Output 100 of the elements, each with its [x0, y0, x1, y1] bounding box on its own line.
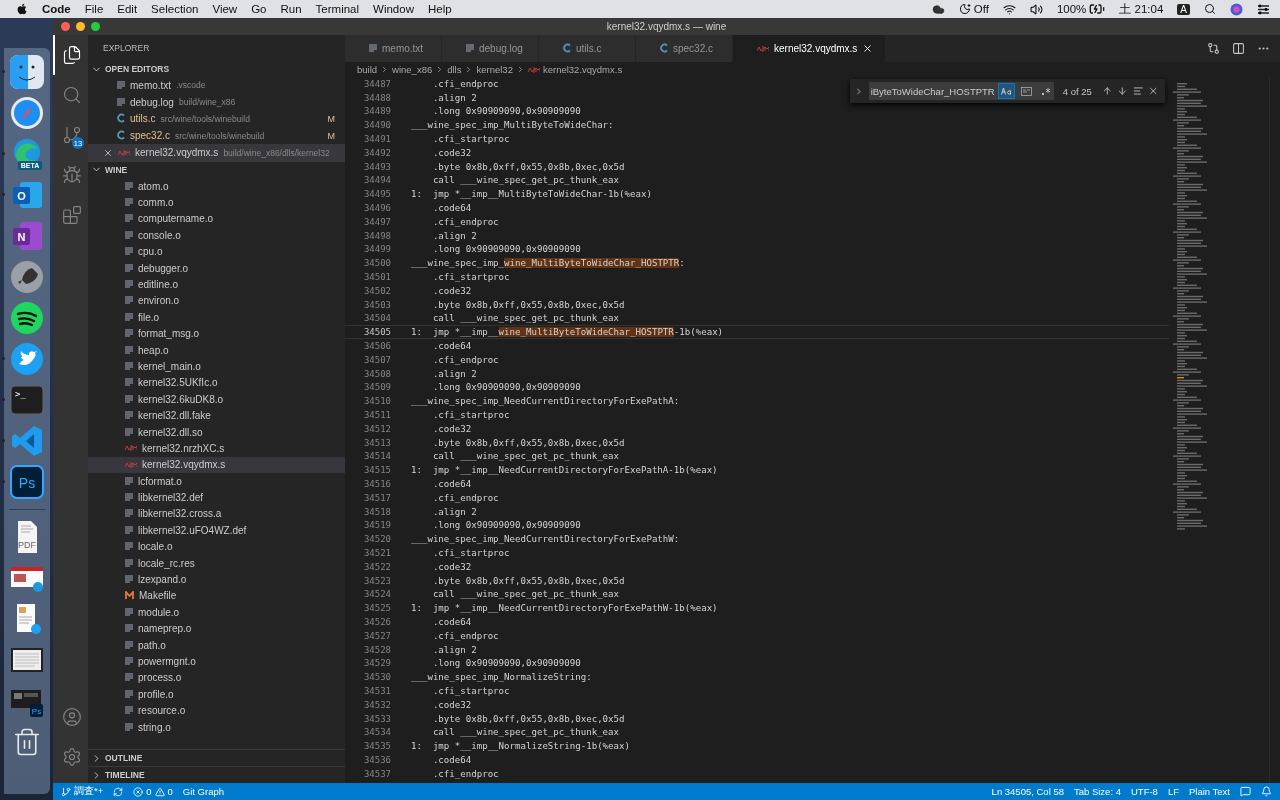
breadcrumb-item[interactable]: build [357, 64, 378, 75]
file-tree-item[interactable]: string.o [88, 718, 345, 736]
app-menu[interactable]: Code [42, 3, 71, 15]
bird-icon[interactable] [10, 342, 44, 376]
file-tree-item[interactable]: file.o [88, 309, 345, 326]
search-icon[interactable] [1204, 3, 1216, 15]
file-tree-item[interactable]: libkernel32.uFO4WZ.def [88, 522, 345, 539]
wifi-icon[interactable] [1002, 2, 1016, 16]
file-tree-item[interactable]: locale.o [88, 538, 345, 555]
git-graph-status[interactable]: Git Graph [182, 786, 225, 797]
control-center-icon[interactable] [1257, 3, 1270, 15]
editor-tab[interactable]: utils.c [539, 35, 636, 62]
sync-icon[interactable] [113, 786, 124, 797]
file-tree-item[interactable]: kernel32.6kuDK8.o [88, 391, 345, 408]
file-tree-item[interactable]: comm.o [88, 194, 345, 211]
rocket-icon[interactable] [10, 260, 44, 294]
find-input[interactable]: iByteToWideChar_HOSTPTR [868, 82, 1054, 100]
file-tree-item[interactable]: kernel32.5UKfIc.o [88, 374, 345, 392]
close-icon[interactable] [103, 147, 113, 158]
close-window-button[interactable] [61, 22, 70, 31]
menu-item[interactable]: File [84, 3, 104, 15]
file-tree-item[interactable]: lzexpand.o [88, 571, 345, 588]
file-tree-item[interactable]: kernel32.nrzhXC.s [88, 440, 345, 457]
clock[interactable]: 土 21:04 [1119, 1, 1164, 17]
chevron-right-icon[interactable] [854, 85, 864, 97]
previous-match-icon[interactable] [1101, 85, 1113, 97]
battery-percent[interactable]: 100% [1056, 3, 1087, 15]
breadcrumb-item[interactable]: wine_x86 [392, 64, 433, 75]
open-editor-item[interactable]: debug.log build/wine_x86 [88, 93, 345, 111]
file-tree-item[interactable]: path.o [88, 636, 345, 654]
open-editor-item[interactable]: spec32.c src/wine/tools/winebuild M [88, 127, 345, 145]
menu-item[interactable]: Selection [151, 3, 199, 15]
editor-tab[interactable]: kernel32.vqydmx.s [733, 35, 887, 62]
file-tree-item[interactable]: debugger.o [88, 259, 345, 277]
battery-icon[interactable] [1089, 1, 1106, 17]
file-tree-item[interactable]: kernel32.dll.fake [88, 407, 345, 424]
file-tree-item[interactable]: console.o [88, 227, 345, 244]
language-status[interactable]: Plain Text [1189, 786, 1230, 797]
file-tree-item[interactable]: process.o [88, 669, 345, 687]
menu-item[interactable]: Window [373, 3, 414, 15]
editor-tab[interactable]: spec32.c [636, 35, 733, 62]
volume-icon[interactable] [1029, 2, 1043, 16]
terminal-icon[interactable]: >_ [10, 383, 44, 417]
close-icon[interactable] [862, 43, 874, 54]
menu-item[interactable]: View [212, 3, 238, 15]
sound-waves-icon[interactable] [10, 301, 44, 335]
find-in-selection-icon[interactable] [1132, 85, 1144, 97]
file-tree-item[interactable]: kernel32.dll.so [88, 423, 345, 441]
line-ending-status[interactable]: LF [1167, 786, 1179, 797]
menu-item[interactable]: Run [280, 3, 302, 15]
trash-icon[interactable] [12, 727, 42, 757]
file-tree-item[interactable]: powermgnt.o [88, 653, 345, 670]
focus-status[interactable]: Off [973, 3, 989, 15]
breadcrumb-item[interactable]: kernel32.vqydmx.s [542, 64, 623, 75]
open-editor-item[interactable]: memo.txt .vscode [88, 77, 345, 94]
match-case-toggle[interactable] [997, 83, 1015, 99]
tab-size-status[interactable]: Tab Size: 4 [1073, 786, 1121, 797]
compare-icon[interactable] [1207, 42, 1220, 55]
branch-status[interactable]: 調査*+ [61, 785, 104, 798]
next-match-icon[interactable] [1117, 85, 1128, 97]
breadcrumb-item[interactable]: kernel32 [476, 64, 513, 75]
smiling-face-icon[interactable] [10, 55, 44, 89]
file-tree-item[interactable]: computername.o [88, 210, 345, 228]
file-tree-item[interactable]: Makefile [88, 587, 345, 605]
compass-icon[interactable] [10, 96, 44, 130]
file-tree-item[interactable]: cpu.o [88, 243, 345, 260]
zoom-window-button[interactable] [91, 22, 100, 31]
file-tree-item[interactable]: profile.o [88, 686, 345, 703]
section-header[interactable]: OPEN EDITORS [88, 61, 345, 77]
feedback-icon[interactable] [1240, 786, 1251, 797]
editor-tab[interactable]: debug.log [442, 35, 539, 62]
menu-item[interactable]: Help [427, 3, 452, 15]
file-tree-item[interactable]: environ.o [88, 292, 345, 310]
encoding-status[interactable]: UTF-8 [1130, 786, 1158, 797]
file-tree-item[interactable]: heap.o [88, 341, 345, 359]
section-header[interactable]: WINE [88, 161, 345, 178]
file-tree-item[interactable]: libkernel32.def [88, 489, 345, 506]
menu-item[interactable]: Edit [117, 3, 138, 15]
file-tree-item[interactable]: kernel_main.o [88, 358, 345, 375]
menu-item[interactable]: Terminal [315, 3, 360, 15]
problems-status[interactable]: 0 0 [133, 786, 173, 797]
notifications-icon[interactable] [1261, 786, 1272, 797]
orb-icon[interactable] [1230, 2, 1243, 16]
file-tree-item[interactable]: editline.o [88, 276, 345, 293]
file-tree-item[interactable]: format_msg.o [88, 325, 345, 342]
cursor-position[interactable]: Ln 34505, Col 58 [991, 786, 1064, 797]
file-tree-item[interactable]: kernel32.vqydmx.s [88, 456, 345, 473]
minimize-window-button[interactable] [76, 22, 85, 31]
file-tree-item[interactable]: atom.o [88, 178, 345, 195]
file-tree-item[interactable]: nameprep.o [88, 620, 345, 637]
file-tree-item[interactable]: module.o [88, 604, 345, 621]
focus-icon[interactable] [958, 3, 971, 15]
file-tree-item[interactable]: locale_rc.res [88, 554, 345, 572]
apple-logo-icon[interactable] [16, 3, 28, 15]
cloud-icon[interactable] [931, 2, 945, 16]
open-editor-item[interactable]: utils.c src/wine/tools/winebuild M [88, 110, 345, 128]
section-header[interactable]: OUTLINE [88, 749, 345, 766]
image-editor-icon[interactable]: Ps [10, 465, 44, 499]
input-source[interactable]: A [1177, 3, 1190, 15]
open-editor-item[interactable]: kernel32.vqydmx.s build/wine_x86/dlls/kernel32 [88, 144, 345, 161]
